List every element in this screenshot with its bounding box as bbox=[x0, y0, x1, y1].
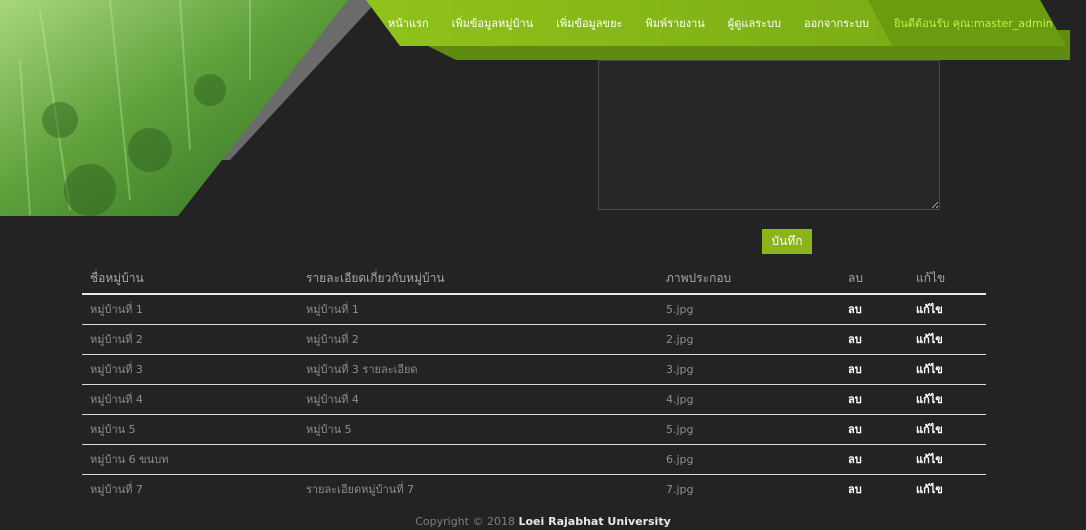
copyright-text: Copyright © 2018 bbox=[415, 515, 515, 528]
nav-print-report[interactable]: พิมพ์รายงาน bbox=[645, 14, 704, 32]
village-image: 6.jpg bbox=[658, 444, 840, 475]
table-row: หมู่บ้านที่ 3 หมู่บ้านที่ 3 รายละเอียด 3… bbox=[82, 354, 986, 385]
col-edit: แก้ไข bbox=[908, 264, 986, 295]
village-name: หมู่บ้านที่ 7 bbox=[90, 483, 143, 497]
edit-link[interactable]: แก้ไข bbox=[916, 303, 943, 316]
delete-link[interactable]: ลบ bbox=[848, 483, 862, 496]
village-detail: หมู่บ้านที่ 1 bbox=[298, 294, 658, 325]
village-image: 7.jpg bbox=[666, 482, 694, 496]
edit-link[interactable]: แก้ไข bbox=[916, 393, 943, 406]
delete-link[interactable]: ลบ bbox=[848, 423, 862, 436]
village-table: ชื่อหมู่บ้าน รายละเอียดเกี่ยวกับหมู่บ้าน… bbox=[82, 264, 986, 504]
page: หน้าแรก เพิ่มข้อมูลหมู่บ้าน เพิ่มข้อมูลข… bbox=[0, 0, 1086, 530]
delete-link[interactable]: ลบ bbox=[848, 363, 862, 376]
edit-link[interactable]: แก้ไข bbox=[916, 453, 943, 466]
village-name: หมู่บ้านที่ 1 bbox=[82, 294, 298, 325]
nav-home[interactable]: หน้าแรก bbox=[388, 14, 429, 32]
village-image: 2.jpg bbox=[658, 324, 840, 355]
welcome-user: ยินดีต้อนรับ คุณ:master_admin bbox=[893, 17, 1053, 30]
edit-link[interactable]: แก้ไข bbox=[916, 333, 943, 346]
village-detail: หมู่บ้านที่ 4 bbox=[298, 384, 658, 415]
table-row: หมู่บ้านที่ 7 รายละเอียดหมู่บ้านที่ 7 7.… bbox=[82, 474, 986, 504]
delete-link[interactable]: ลบ bbox=[848, 453, 862, 466]
village-name: หมู่บ้าน 5 bbox=[82, 414, 298, 445]
footer: Copyright © 2018 Loei Rajabhat Universit… bbox=[0, 515, 1086, 528]
delete-link[interactable]: ลบ bbox=[848, 303, 862, 316]
edit-link[interactable]: แก้ไข bbox=[916, 423, 943, 436]
table-row: หมู่บ้านที่ 4 หมู่บ้านที่ 4 4.jpg ลบ แก้… bbox=[82, 384, 986, 415]
table-row: หมู่บ้านที่ 2 หมู่บ้านที่ 2 2.jpg ลบ แก้… bbox=[82, 324, 986, 355]
col-delete: ลบ bbox=[840, 264, 908, 295]
table-row: หมู่บ้าน 5 หมู่บ้าน 5 5.jpg ลบ แก้ไข bbox=[82, 414, 986, 445]
village-detail: หมู่บ้าน 5 bbox=[298, 414, 658, 445]
nav-admin[interactable]: ผู้ดูแลระบบ bbox=[728, 14, 781, 32]
main-nav: หน้าแรก เพิ่มข้อมูลหมู่บ้าน เพิ่มข้อมูลข… bbox=[388, 14, 1053, 32]
nav-add-waste[interactable]: เพิ่มข้อมูลขยะ bbox=[556, 14, 622, 32]
village-image: 5.jpg bbox=[658, 414, 840, 445]
village-name: หมู่บ้านที่ 4 bbox=[82, 384, 298, 415]
village-image: 5.jpg bbox=[658, 294, 840, 325]
village-name: หมู่บ้านที่ 2 bbox=[82, 324, 298, 355]
nav-logout[interactable]: ออกจากระบบ bbox=[804, 14, 869, 32]
village-image: 4.jpg bbox=[658, 384, 840, 415]
footer-org: Loei Rajabhat University bbox=[518, 515, 671, 528]
col-image: ภาพประกอบ bbox=[658, 264, 840, 295]
edit-link[interactable]: แก้ไข bbox=[916, 363, 943, 376]
village-detail bbox=[298, 444, 658, 475]
table-row: หมู่บ้านที่ 1 หมู่บ้านที่ 1 5.jpg ลบ แก้… bbox=[82, 294, 986, 325]
nav-add-village[interactable]: เพิ่มข้อมูลหมู่บ้าน bbox=[452, 14, 534, 32]
edit-link[interactable]: แก้ไข bbox=[916, 483, 943, 496]
save-button[interactable]: บันทึก bbox=[762, 229, 812, 254]
village-detail-textarea[interactable] bbox=[598, 60, 940, 210]
delete-link[interactable]: ลบ bbox=[848, 393, 862, 406]
table-row: หมู่บ้าน 6 ขนบท 6.jpg ลบ แก้ไข bbox=[82, 444, 986, 475]
village-image: 3.jpg bbox=[658, 354, 840, 385]
village-name: หมู่บ้านที่ 3 bbox=[82, 354, 298, 385]
table-header-row: ชื่อหมู่บ้าน รายละเอียดเกี่ยวกับหมู่บ้าน… bbox=[82, 264, 986, 295]
village-detail: รายละเอียดหมู่บ้านที่ 7 bbox=[306, 483, 415, 497]
village-detail: หมู่บ้านที่ 3 รายละเอียด bbox=[298, 354, 658, 385]
col-village-name: ชื่อหมู่บ้าน bbox=[82, 264, 298, 295]
village-name: หมู่บ้าน 6 ขนบท bbox=[82, 444, 298, 475]
village-detail: หมู่บ้านที่ 2 bbox=[298, 324, 658, 355]
delete-link[interactable]: ลบ bbox=[848, 333, 862, 346]
col-village-detail: รายละเอียดเกี่ยวกับหมู่บ้าน bbox=[298, 264, 658, 295]
